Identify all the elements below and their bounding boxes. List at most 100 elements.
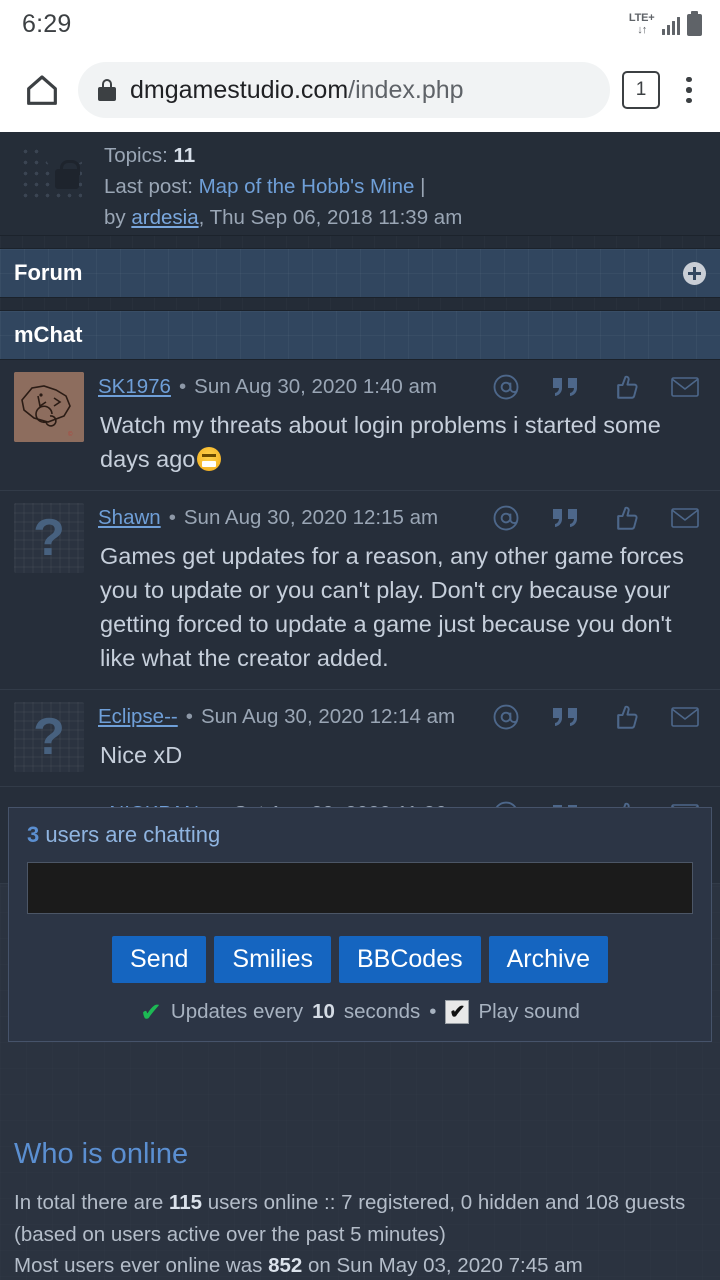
mention-icon[interactable] xyxy=(491,372,521,402)
section-header-mchat-label: mChat xyxy=(14,322,83,347)
mchat-action-bar xyxy=(491,503,706,533)
mention-icon[interactable] xyxy=(491,503,521,533)
mchat-message-text: Nice xD xyxy=(100,742,183,769)
lte-icon: LTE+ ↓↑ xyxy=(629,13,655,36)
mchat-message-body: Eclipse-- • Sun Aug 30, 2020 12:14 am Ni… xyxy=(98,702,706,772)
like-icon[interactable] xyxy=(611,373,640,402)
lastpost-link[interactable]: Map of the Hobb's Mine xyxy=(199,175,415,198)
mchat-message: © SK1976 • Sun Aug 30, 2020 1:40 am Watc… xyxy=(0,360,720,492)
mchat-message-header: Shawn • Sun Aug 30, 2020 12:15 am xyxy=(98,503,706,533)
mchat-username[interactable]: Eclipse-- xyxy=(98,705,178,729)
composer-button-row: Send Smilies BBCodes Archive xyxy=(27,936,693,983)
topics-label: Topics: xyxy=(104,144,168,167)
lastpost-label: Last post: xyxy=(104,175,193,199)
mention-icon[interactable] xyxy=(491,702,521,732)
avatar-question-mark: ? xyxy=(14,503,84,574)
mchat-username[interactable]: SK1976 xyxy=(98,375,171,399)
quote-icon[interactable] xyxy=(551,704,581,730)
mchat-message-text: Watch my threats about login problems i … xyxy=(98,408,706,476)
online-record-pre: Most users ever online was xyxy=(14,1253,263,1277)
avatar[interactable]: © xyxy=(14,372,84,476)
pm-icon[interactable] xyxy=(670,704,700,730)
forum-list-row: Topics: 11 Last post: Map of the Hobb's … xyxy=(0,132,720,236)
by-label: by xyxy=(104,206,126,230)
forum-lastpost-line: Last post: Map of the Hobb's Mine | xyxy=(104,171,706,202)
who-is-online-section: Who is online In total there are 115 use… xyxy=(0,1102,720,1280)
archive-button[interactable]: Archive xyxy=(488,936,608,983)
bbcodes-button[interactable]: BBCodes xyxy=(338,936,481,983)
url-bar[interactable]: dmgamestudio.com/index.php xyxy=(78,62,610,118)
online-record-line: Most users ever online was 852 on Sun Ma… xyxy=(14,1250,706,1280)
forum-locked-icon xyxy=(14,140,90,219)
mchat-separator: • xyxy=(185,705,193,729)
mchat-separator: • xyxy=(178,375,187,398)
who-is-online-title: Who is online xyxy=(14,1138,189,1171)
avatar[interactable]: ? xyxy=(14,503,84,675)
status-icons: LTE+ ↓↑ xyxy=(629,11,702,36)
users-chatting-count: 3 xyxy=(27,822,40,847)
section-header-forum[interactable]: Forum xyxy=(0,248,720,298)
like-icon[interactable] xyxy=(611,703,640,732)
lock-icon xyxy=(98,79,116,101)
updates-seconds: 10 xyxy=(312,1000,335,1023)
mchat-username[interactable]: Shawn xyxy=(98,506,161,530)
avatar[interactable]: ? xyxy=(14,702,84,773)
page-content: Topics: 11 Last post: Map of the Hobb's … xyxy=(0,132,720,1280)
users-chatting-line: 3 users are chatting xyxy=(27,822,693,848)
mchat-message-header: SK1976 • Sun Aug 30, 2020 1:40 am xyxy=(98,372,706,402)
signal-icon xyxy=(661,15,680,35)
avatar-question-mark: ? xyxy=(14,702,84,773)
pm-icon[interactable] xyxy=(670,505,700,531)
smilies-button[interactable]: Smilies xyxy=(214,936,331,983)
pm-icon[interactable] xyxy=(670,374,700,400)
forum-row-meta: Topics: 11 Last post: Map of the Hobb's … xyxy=(104,140,706,229)
section-gap-band-2 xyxy=(0,298,720,310)
mchat-message-body: SK1976 • Sun Aug 30, 2020 1:40 am Watch … xyxy=(98,372,706,476)
topics-count: 11 xyxy=(173,144,196,167)
forum-byline: by ardesia, Thu Sep 06, 2018 11:39 am xyxy=(104,202,706,233)
forum-topics-line: Topics: 11 xyxy=(104,140,706,171)
send-button[interactable]: Send xyxy=(112,936,207,983)
lastpost-divider: | xyxy=(420,175,426,199)
updates-prefix: Updates every xyxy=(170,1000,304,1023)
url-text: dmgamestudio.com/index.php xyxy=(130,76,464,105)
mchat-action-bar xyxy=(491,702,706,732)
lte-label: LTE+ xyxy=(628,12,655,24)
battery-icon xyxy=(687,11,702,36)
play-sound-checkbox[interactable]: ✔ xyxy=(445,1000,470,1024)
chat-input[interactable] xyxy=(27,862,693,914)
quote-icon[interactable] xyxy=(551,374,581,400)
grinning-face-emoji xyxy=(197,447,222,472)
mchat-message-body: Shawn • Sun Aug 30, 2020 12:15 am Games … xyxy=(98,503,706,675)
tab-switcher-button[interactable]: 1 xyxy=(622,71,660,109)
svg-text:©: © xyxy=(68,431,73,438)
green-check-icon: ✔ xyxy=(140,997,162,1027)
android-status-bar: 6:29 LTE+ ↓↑ xyxy=(0,0,720,48)
browser-toolbar: dmgamestudio.com/index.php 1 xyxy=(0,48,720,132)
mchat-message: ? Eclipse-- • Sun Aug 30, 2020 12:14 am xyxy=(0,690,720,788)
section-header-forum-label: Forum xyxy=(14,260,83,285)
updates-dot: • xyxy=(429,1000,437,1023)
kebab-menu-icon[interactable] xyxy=(672,76,706,104)
mchat-timestamp: Sun Aug 30, 2020 12:14 am xyxy=(200,705,456,729)
composer-status-row: ✔ Updates every 10 seconds • ✔ Play soun… xyxy=(27,999,693,1025)
by-user-link[interactable]: ardesia xyxy=(131,206,198,229)
section-header-mchat[interactable]: mChat xyxy=(0,310,720,360)
mchat-composer-panel: 3 users are chatting Send Smilies BBCode… xyxy=(8,807,712,1042)
online-record-post: on Sun May 03, 2020 7:45 am xyxy=(308,1253,583,1277)
like-icon[interactable] xyxy=(611,504,640,533)
mchat-message-header: Eclipse-- • Sun Aug 30, 2020 12:14 am xyxy=(98,702,706,732)
add-circle-icon[interactable] xyxy=(683,261,706,285)
home-icon[interactable] xyxy=(18,66,66,114)
mchat-timestamp: Sun Aug 30, 2020 12:15 am xyxy=(183,506,439,530)
online-record-count: 852 xyxy=(268,1253,303,1277)
online-total-line: In total there are 115 users online :: 7… xyxy=(14,1187,706,1249)
quote-icon[interactable] xyxy=(551,505,581,531)
mchat-timestamp: Sun Aug 30, 2020 1:40 am xyxy=(194,375,437,398)
avatar-drawing: © xyxy=(14,372,84,442)
updates-suffix: seconds xyxy=(343,1000,421,1023)
online-total-pre: In total there are xyxy=(14,1191,164,1215)
section-gap-band xyxy=(0,236,720,248)
mchat-message-text: Games get updates for a reason, any othe… xyxy=(100,543,684,672)
mchat-message-list: © SK1976 • Sun Aug 30, 2020 1:40 am Watc… xyxy=(0,360,720,885)
